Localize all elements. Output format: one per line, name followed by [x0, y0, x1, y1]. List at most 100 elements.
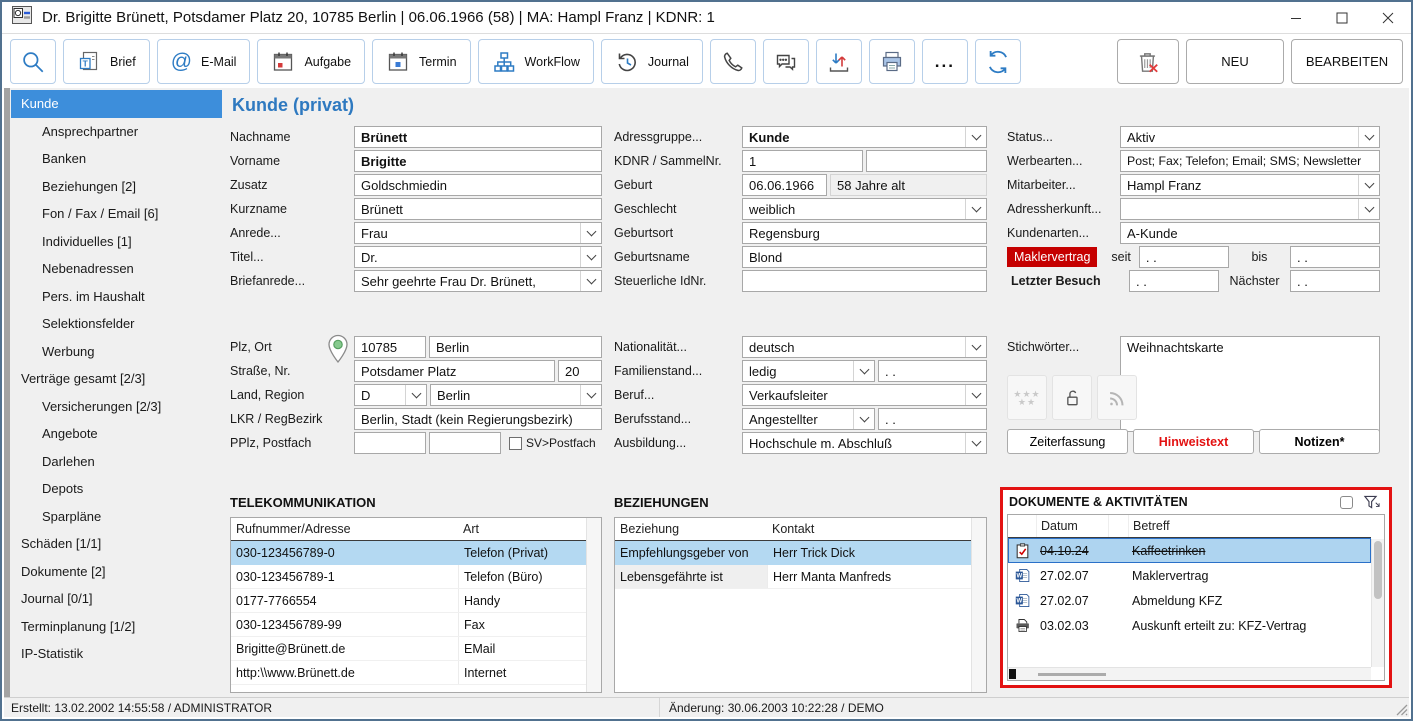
table-row[interactable]: 030-123456789-0Telefon (Privat) — [231, 541, 586, 565]
zeiterfassung-button[interactable]: Zeiterfassung — [1007, 429, 1128, 454]
naechster-besuch-field[interactable]: . . — [1290, 270, 1380, 292]
chevron-down-icon[interactable] — [965, 337, 986, 357]
sidebar-item-versicherungen[interactable]: Versicherungen [2/3] — [11, 393, 222, 421]
ausbildung-select[interactable]: Hochschule m. Abschluß — [742, 432, 987, 454]
vorname-field[interactable]: Brigitte — [354, 150, 602, 172]
table-row[interactable]: 0177-7766554Handy — [231, 589, 586, 613]
resize-grip[interactable] — [1392, 700, 1408, 716]
sidebar-item-dokumente[interactable]: Dokumente [2] — [11, 558, 222, 586]
table-row[interactable]: 030-123456789-99Fax — [231, 613, 586, 637]
table-row[interactable]: W 27.02.07 Maklervertrag — [1008, 563, 1371, 588]
sidebar-item-ansprechpartner[interactable]: Ansprechpartner — [11, 118, 222, 146]
chevron-down-icon[interactable] — [1358, 175, 1379, 195]
maximize-button[interactable] — [1319, 2, 1365, 33]
sidebar-item-schaeden[interactable]: Schäden [1/1] — [11, 530, 222, 558]
table-row[interactable]: 03.02.03 Auskunft erteilt zu: KFZ-Vertra… — [1008, 613, 1371, 638]
familienstand-select[interactable]: ledig — [742, 360, 875, 382]
delete-button[interactable] — [1117, 39, 1179, 84]
chevron-down-icon[interactable] — [965, 199, 986, 219]
workflow-button[interactable]: WorkFlow — [478, 39, 594, 84]
sidebar-item-pers-im-haushalt[interactable]: Pers. im Haushalt — [11, 283, 222, 311]
nachname-field[interactable]: Brünett — [354, 126, 602, 148]
more-button[interactable]: ... — [922, 39, 968, 84]
chevron-down-icon[interactable] — [965, 433, 986, 453]
region-select[interactable]: Berlin — [430, 384, 602, 406]
aufgabe-button[interactable]: Aufgabe — [257, 39, 365, 84]
beruf-select[interactable]: Verkaufsleiter — [742, 384, 987, 406]
mitarbeiter-select[interactable]: Hampl Franz — [1120, 174, 1380, 196]
ort-field[interactable]: Berlin — [429, 336, 602, 358]
sidebar-item-ip-statistik[interactable]: IP-Statistik — [11, 640, 222, 668]
steuerid-field[interactable] — [742, 270, 987, 292]
rating-button[interactable]: ★★★★★ — [1007, 375, 1047, 420]
documents-hscrollbar[interactable] — [1008, 667, 1371, 680]
geburtsort-field[interactable]: Regensburg — [742, 222, 987, 244]
sidebar-item-banken[interactable]: Banken — [11, 145, 222, 173]
filter-icon[interactable] — [1363, 494, 1381, 510]
table-row[interactable]: W 27.02.07 Abmeldung KFZ — [1008, 588, 1371, 613]
titel-select[interactable]: Dr. — [354, 246, 602, 268]
geburtsdatum-field[interactable]: 06.06.1966 — [742, 174, 827, 196]
chevron-down-icon[interactable] — [580, 223, 601, 243]
sv-postfach-checkbox[interactable] — [509, 437, 522, 450]
sidebar-item-werbung[interactable]: Werbung — [11, 338, 222, 366]
postfach-field[interactable] — [429, 432, 501, 454]
sidebar-item-fon-fax-email[interactable]: Fon / Fax / Email [6] — [11, 200, 222, 228]
maklervertrag-bis-field[interactable]: . . — [1290, 246, 1380, 268]
sidebar-item-sparplaene[interactable]: Sparpläne — [11, 503, 222, 531]
table-row[interactable]: Lebensgefährte istHerr Manta Manfreds — [615, 565, 971, 589]
email-button[interactable]: @ E-Mail — [157, 39, 251, 84]
sidebar-item-terminplanung[interactable]: Terminplanung [1/2] — [11, 613, 222, 641]
close-button[interactable] — [1365, 2, 1411, 33]
import-export-button[interactable] — [816, 39, 862, 84]
nationalitaet-select[interactable]: deutsch — [742, 336, 987, 358]
search-button[interactable] — [10, 39, 56, 84]
werbearten-field[interactable]: Post; Fax; Telefon; Email; SMS; Newslett… — [1120, 150, 1380, 172]
hinweistext-button[interactable]: Hinweistext — [1133, 429, 1254, 454]
maklervertrag-seit-field[interactable]: . . — [1139, 246, 1229, 268]
documents-vscrollbar[interactable] — [1371, 539, 1384, 667]
chevron-down-icon[interactable] — [405, 385, 426, 405]
sidebar-item-journal[interactable]: Journal [0/1] — [11, 585, 222, 613]
table-row[interactable]: 030-123456789-1Telefon (Büro) — [231, 565, 586, 589]
berufsstand-datum-field[interactable]: . . — [878, 408, 987, 430]
chat-button[interactable] — [763, 39, 809, 84]
status-select[interactable]: Aktiv — [1120, 126, 1380, 148]
relations-scrollbar[interactable] — [971, 518, 986, 692]
zusatz-field[interactable]: Goldschmiedin — [354, 174, 602, 196]
berufsstand-select[interactable]: Angestellter — [742, 408, 875, 430]
chevron-down-icon[interactable] — [580, 247, 601, 267]
kundenarten-field[interactable]: A-Kunde — [1120, 222, 1380, 244]
documents-checkbox[interactable] — [1340, 496, 1353, 509]
briefanrede-select[interactable]: Sehr geehrte Frau Dr. Brünett, — [354, 270, 602, 292]
adressherkunft-select[interactable] — [1120, 198, 1380, 220]
sidebar-item-beziehungen[interactable]: Beziehungen [2] — [11, 173, 222, 201]
edit-button[interactable]: BEARBEITEN — [1291, 39, 1403, 84]
geburtsname-field[interactable]: Blond — [742, 246, 987, 268]
chevron-down-icon[interactable] — [1358, 199, 1379, 219]
anrede-select[interactable]: Frau — [354, 222, 602, 244]
refresh-button[interactable] — [975, 39, 1021, 84]
pplz-field[interactable] — [354, 432, 426, 454]
sidebar-item-vertraege-gesamt[interactable]: Verträge gesamt [2/3] — [11, 365, 222, 393]
adressgruppe-select[interactable]: Kunde — [742, 126, 987, 148]
brief-button[interactable]: T Brief — [63, 39, 150, 84]
chevron-down-icon[interactable] — [965, 385, 986, 405]
sidebar-item-selektionsfelder[interactable]: Selektionsfelder — [11, 310, 222, 338]
sidebar-splitter[interactable] — [4, 88, 10, 697]
chevron-down-icon[interactable] — [1358, 127, 1379, 147]
letzter-besuch-field[interactable]: . . — [1129, 270, 1219, 292]
strasse-field[interactable]: Potsdamer Platz — [354, 360, 555, 382]
new-button[interactable]: NEU — [1186, 39, 1284, 84]
sidebar-item-nebenadressen[interactable]: Nebenadressen — [11, 255, 222, 283]
kdnr-field[interactable]: 1 — [742, 150, 863, 172]
geschlecht-select[interactable]: weiblich — [742, 198, 987, 220]
sidebar-item-angebote[interactable]: Angebote — [11, 420, 222, 448]
journal-button[interactable]: Journal — [601, 39, 703, 84]
stichwoerter-textarea[interactable]: Weihnachtskarte — [1120, 336, 1380, 432]
land-select[interactable]: D — [354, 384, 427, 406]
lkr-field[interactable]: Berlin, Stadt (kein Regierungsbezirk) — [354, 408, 602, 430]
rss-button[interactable] — [1097, 375, 1137, 420]
termin-button[interactable]: Termin — [372, 39, 471, 84]
lock-button[interactable] — [1052, 375, 1092, 420]
